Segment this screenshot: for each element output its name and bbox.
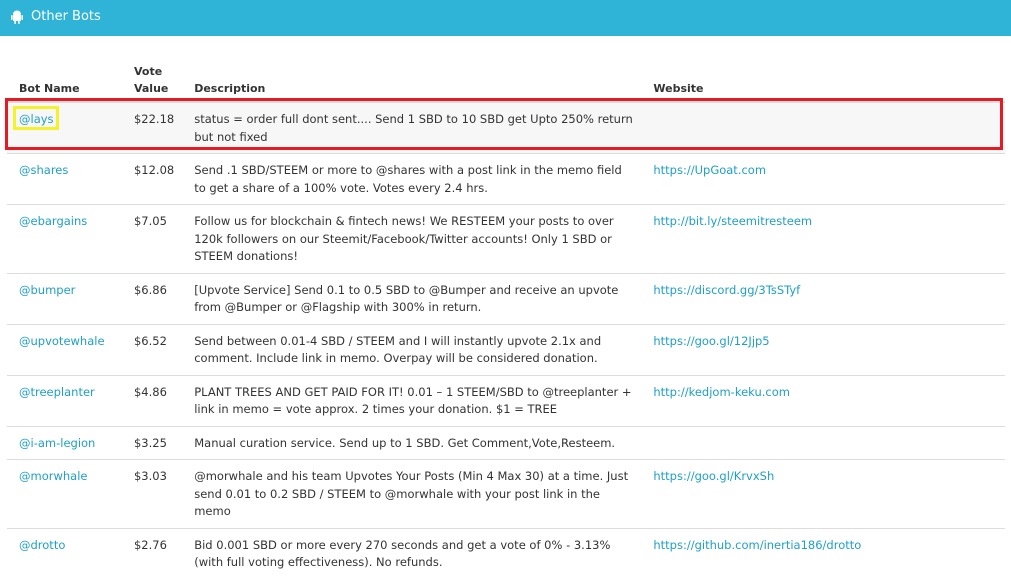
vote-value: $6.52 <box>121 323 183 375</box>
vote-value: $12.08 <box>121 153 183 205</box>
table-row: @lays $22.18 status = order full dont se… <box>7 101 1005 154</box>
bot-name-link[interactable]: @morwhale <box>19 469 87 483</box>
bots-table: Bot Name Vote Value Description Website … <box>7 51 1005 579</box>
bot-name-link[interactable]: @ebargains <box>19 214 87 228</box>
website-link[interactable]: http://bit.ly/steemitresteem <box>653 214 812 228</box>
bot-name-link[interactable]: @shares <box>19 163 68 177</box>
website-link[interactable]: https://github.com/inertia186/drotto <box>653 538 861 552</box>
table-row: @i-am-legion $3.25 Manual curation servi… <box>7 425 1005 460</box>
description: Bid 0.001 SBD or more every 270 seconds … <box>182 527 642 579</box>
description: Send .1 SBD/STEEM or more to @shares wit… <box>182 153 642 205</box>
description: Manual curation service. Send up to 1 SB… <box>182 425 642 460</box>
website-link[interactable]: https://goo.gl/KrvxSh <box>653 469 774 483</box>
website-link[interactable]: http://kedjom-keku.com <box>653 385 790 399</box>
bot-name-link[interactable]: @lays <box>19 112 54 126</box>
bot-name-link[interactable]: @treeplanter <box>19 385 95 399</box>
vote-value: $6.86 <box>121 272 183 324</box>
description: [Upvote Service] Send 0.1 to 0.5 SBD to … <box>182 272 642 324</box>
bot-name-link[interactable]: @upvotewhale <box>19 334 105 348</box>
table-row: @shares $12.08 Send .1 SBD/STEEM or more… <box>7 153 1005 205</box>
website-link[interactable]: https://goo.gl/12Jjp5 <box>653 334 769 348</box>
table-row: @treeplanter $4.86 PLANT TREES AND GET P… <box>7 374 1005 426</box>
bot-name-link[interactable]: @drotto <box>19 538 65 552</box>
header-bot-name: Bot Name <box>7 51 122 103</box>
header-vote-value: Vote Value <box>121 51 183 103</box>
description: status = order full dont sent.... Send 1… <box>182 101 642 154</box>
bot-name-link[interactable]: @i-am-legion <box>19 436 95 450</box>
vote-value: $22.18 <box>121 101 183 154</box>
table-row: @morwhale $3.03 @morwhale and his team U… <box>7 459 1005 528</box>
description: Send between 0.01-4 SBD / STEEM and I wi… <box>182 323 642 375</box>
table-row: @upvotewhale $6.52 Send between 0.01-4 S… <box>7 323 1005 375</box>
website-link[interactable]: https://discord.gg/3TsSTyf <box>653 283 800 297</box>
table-row: @ebargains $7.05 Follow us for blockchai… <box>7 204 1005 273</box>
header-description: Description <box>182 51 642 103</box>
vote-value: $2.76 <box>121 527 183 579</box>
description: @morwhale and his team Upvotes Your Post… <box>182 459 642 528</box>
panel-header: Other Bots <box>0 0 1011 36</box>
vote-value: $4.86 <box>121 374 183 426</box>
vote-value: $3.25 <box>121 425 183 460</box>
android-icon <box>11 10 23 24</box>
table-header-row: Bot Name Vote Value Description Website <box>7 51 1005 103</box>
table-row: @bumper $6.86 [Upvote Service] Send 0.1 … <box>7 272 1005 324</box>
panel-title: Other Bots <box>31 9 101 24</box>
description: Follow us for blockchain & fintech news!… <box>182 204 642 273</box>
header-website: Website <box>641 51 1005 103</box>
vote-value: $7.05 <box>121 204 183 273</box>
description: PLANT TREES AND GET PAID FOR IT! 0.01 – … <box>182 374 642 426</box>
website-link[interactable]: https://UpGoat.com <box>653 163 766 177</box>
table-row: @drotto $2.76 Bid 0.001 SBD or more ever… <box>7 527 1005 579</box>
bot-name-link[interactable]: @bumper <box>19 283 75 297</box>
vote-value: $3.03 <box>121 459 183 528</box>
